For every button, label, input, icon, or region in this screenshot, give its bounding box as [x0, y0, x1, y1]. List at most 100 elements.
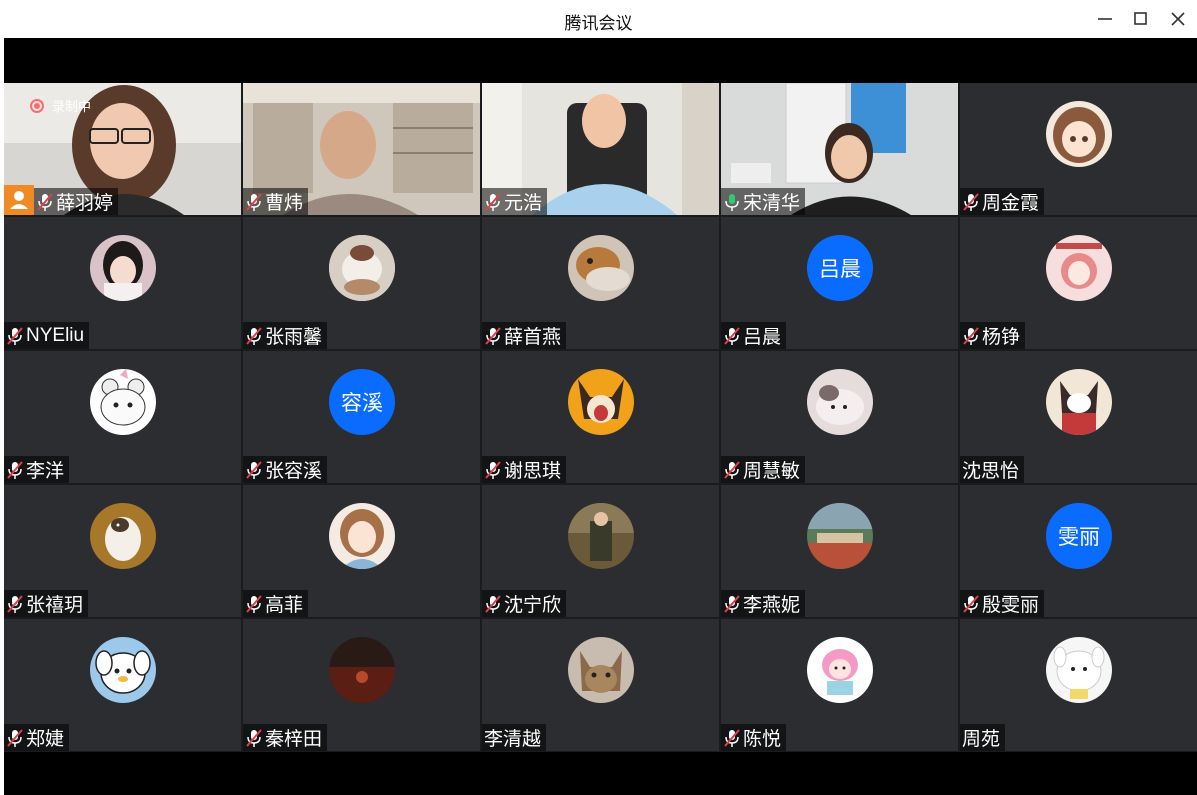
participant-name: 李洋 [26, 461, 65, 482]
video-tile[interactable]: 陈悦 [721, 619, 958, 751]
video-tile[interactable]: 周慧敏 [721, 351, 958, 483]
mic-muted-icon [7, 594, 23, 613]
record-icon [30, 98, 44, 113]
mic-muted-icon [963, 594, 979, 613]
maximize-button[interactable] [1129, 7, 1153, 31]
participant-name: 薛羽婷 [56, 193, 114, 214]
participant-name-tag: 李清越 [482, 724, 547, 751]
avatar [568, 637, 634, 703]
participant-name: 殷雯丽 [982, 595, 1040, 616]
participant-name-tag: 沈宁欣 [482, 590, 567, 617]
participant-name-tag: 张雨馨 [243, 322, 328, 349]
mic-muted-icon [724, 594, 740, 613]
video-tile[interactable]: 李洋 [4, 351, 241, 483]
participant-name: 张禧玥 [26, 595, 84, 616]
video-tile-host[interactable]: 录制中 薛羽婷 [4, 83, 241, 215]
video-tile[interactable]: 吕晨 吕晨 [721, 217, 958, 349]
participant-name: 吕晨 [743, 327, 782, 348]
participant-name-tag: 吕晨 [721, 322, 787, 349]
avatar [568, 503, 634, 569]
video-tile[interactable]: 杨铮 [960, 217, 1197, 349]
video-tile[interactable]: 曹炜 [243, 83, 480, 215]
mic-muted-icon [963, 192, 979, 211]
participant-name-tag: 薛羽婷 [34, 188, 119, 215]
participant-name: 杨铮 [982, 327, 1021, 348]
video-tile[interactable]: 周苑 [960, 619, 1197, 751]
participant-name: 张容溪 [265, 461, 323, 482]
mic-muted-icon [963, 326, 979, 345]
participant-name: 宋清华 [743, 193, 801, 214]
participant-name: 李燕妮 [743, 595, 801, 616]
avatar [807, 369, 873, 435]
mic-muted-icon [7, 326, 23, 345]
avatar [807, 637, 873, 703]
video-tile[interactable]: 张雨馨 [243, 217, 480, 349]
video-tile[interactable]: 秦梓田 [243, 619, 480, 751]
participant-name-tag: 宋清华 [721, 188, 806, 215]
participant-name-tag: 李洋 [4, 456, 70, 483]
video-tile[interactable]: 谢思琪 [482, 351, 719, 483]
mic-muted-icon [246, 192, 262, 211]
avatar [329, 637, 395, 703]
close-icon [1171, 12, 1185, 26]
title-bar: 腾讯会议 [0, 0, 1197, 38]
video-tile[interactable]: 李燕妮 [721, 485, 958, 617]
mic-muted-icon [485, 192, 501, 211]
mic-muted-icon [724, 728, 740, 747]
avatar [1046, 369, 1112, 435]
participant-name-tag: 高菲 [243, 590, 309, 617]
top-bar [4, 38, 1197, 83]
mic-muted-icon [485, 460, 501, 479]
mic-muted-icon [246, 728, 262, 747]
video-tile[interactable]: 周金霞 [960, 83, 1197, 215]
participant-name: 周苑 [962, 729, 1001, 750]
host-icon [4, 185, 34, 215]
video-tile-speaking[interactable]: 宋清华 [721, 83, 958, 215]
participant-name-tag: 周慧敏 [721, 456, 806, 483]
close-button[interactable] [1166, 7, 1190, 31]
participant-name-tag: 曹炜 [243, 188, 309, 215]
video-tile[interactable]: 薛首燕 [482, 217, 719, 349]
participant-name-tag: 李燕妮 [721, 590, 806, 617]
video-tile[interactable]: 沈思怡 [960, 351, 1197, 483]
video-tile[interactable]: 雯丽 殷雯丽 [960, 485, 1197, 617]
avatar [807, 503, 873, 569]
maximize-icon [1134, 12, 1147, 25]
video-tile[interactable]: 元浩 [482, 83, 719, 215]
video-grid: 录制中 薛羽婷 曹炜 元浩 宋清华 周金霞 NYEliu 张雨馨 薛首燕 吕晨 … [4, 83, 1197, 752]
avatar [329, 503, 395, 569]
participant-name: 周慧敏 [743, 461, 801, 482]
participant-name: NYEliu [26, 324, 85, 346]
mic-muted-icon [485, 326, 501, 345]
participant-name-tag: 秦梓田 [243, 724, 328, 751]
video-tile[interactable]: NYEliu [4, 217, 241, 349]
participant-name: 陈悦 [743, 729, 782, 750]
mic-muted-icon [724, 460, 740, 479]
mic-muted-icon [7, 460, 23, 479]
participant-name-tag: 谢思琪 [482, 456, 567, 483]
participant-name: 曹炜 [265, 193, 304, 214]
participant-name: 元浩 [504, 193, 543, 214]
avatar [1046, 235, 1112, 301]
video-tile[interactable]: 李清越 [482, 619, 719, 751]
participant-name-tag: 张禧玥 [4, 590, 89, 617]
recording-indicator: 录制中 [30, 96, 91, 115]
window-title: 腾讯会议 [564, 14, 633, 33]
participant-name: 郑婕 [26, 729, 65, 750]
mic-muted-icon [246, 326, 262, 345]
avatar [329, 235, 395, 301]
avatar [568, 235, 634, 301]
video-tile[interactable]: 容溪 张容溪 [243, 351, 480, 483]
video-tile[interactable]: 郑婕 [4, 619, 241, 751]
participant-name-tag: 周金霞 [960, 188, 1045, 215]
participant-name: 沈思怡 [962, 461, 1020, 482]
minimize-icon [1098, 18, 1112, 20]
avatar: 雯丽 [1046, 503, 1112, 569]
video-tile[interactable]: 高菲 [243, 485, 480, 617]
bottom-bar [4, 752, 1197, 795]
participant-name-tag: 张容溪 [243, 456, 328, 483]
video-tile[interactable]: 沈宁欣 [482, 485, 719, 617]
video-tile[interactable]: 张禧玥 [4, 485, 241, 617]
avatar [1046, 637, 1112, 703]
minimize-button[interactable] [1093, 7, 1117, 31]
